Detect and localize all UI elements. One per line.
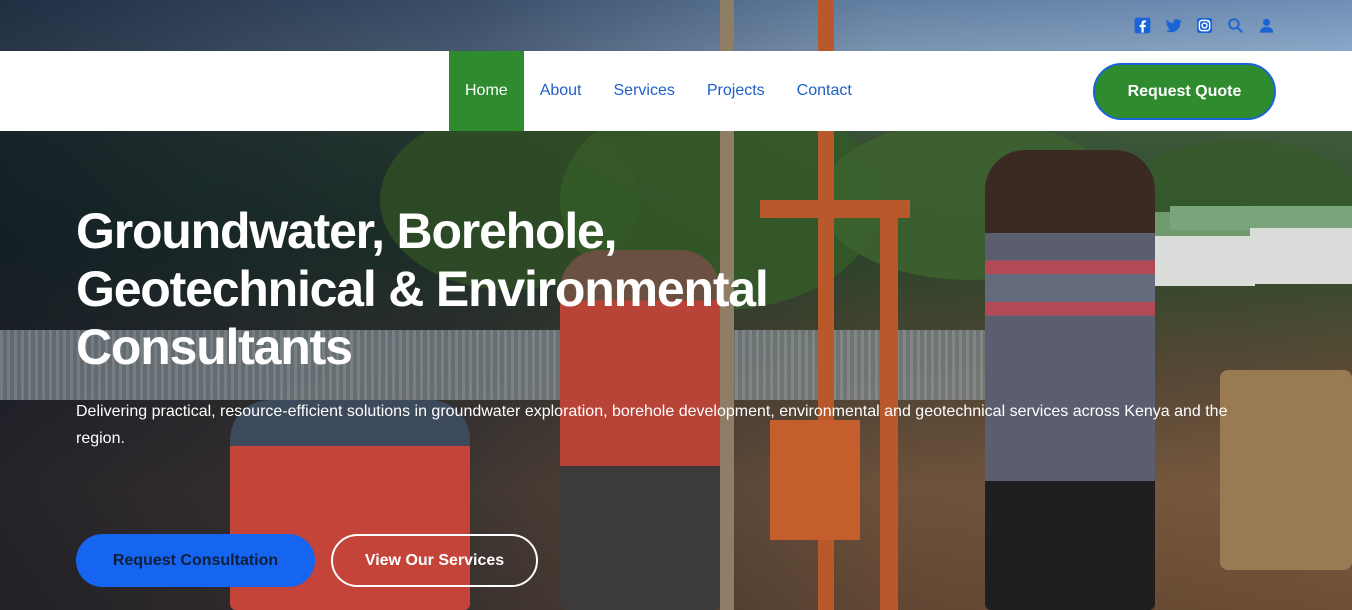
top-icon-group [1133, 16, 1276, 35]
view-services-button[interactable]: View Our Services [331, 534, 538, 587]
hero-title-line-1: Groundwater, Borehole, [76, 203, 618, 259]
nav-contact[interactable]: Contact [781, 51, 868, 131]
hero-subtitle: Delivering practical, resource-efficient… [76, 403, 1228, 447]
nav-about[interactable]: About [524, 51, 598, 131]
nav-services[interactable]: Services [598, 51, 691, 131]
primary-nav: Home About Services Projects Contact [449, 51, 868, 131]
request-quote-button[interactable]: Request Quote [1093, 63, 1276, 120]
twitter-icon[interactable] [1164, 16, 1183, 35]
instagram-icon[interactable] [1195, 16, 1214, 35]
search-icon[interactable] [1226, 16, 1245, 35]
hero-title-line-2: Geotechnical & Environmental [76, 261, 769, 317]
request-consultation-button[interactable]: Request Consultation [76, 534, 315, 587]
top-utility-bar [0, 0, 1352, 51]
nav-projects[interactable]: Projects [691, 51, 781, 131]
hero-title: Groundwater, Borehole, Geotechnical & En… [76, 202, 836, 376]
hero-title-line-3: Consultants [76, 319, 353, 375]
nav-home[interactable]: Home [449, 51, 524, 131]
facebook-icon[interactable] [1133, 16, 1152, 35]
main-header: Home About Services Projects Contact Req… [0, 51, 1352, 131]
user-icon[interactable] [1257, 16, 1276, 35]
